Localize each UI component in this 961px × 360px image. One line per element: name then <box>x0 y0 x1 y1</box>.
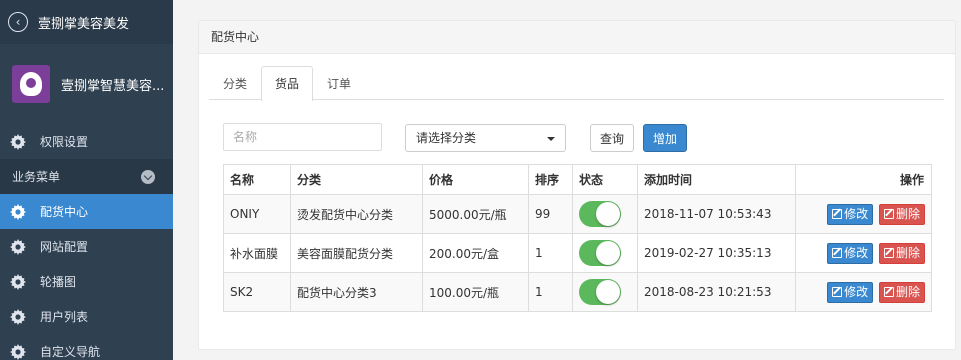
cell-actions: 修改 删除 <box>795 233 932 273</box>
add-button[interactable]: 增加 <box>643 124 687 152</box>
column-header: 操作 <box>795 164 932 195</box>
cell-name: SK2 <box>223 272 291 312</box>
tab-goods[interactable]: 货品 <box>261 66 314 101</box>
sidebar-item-distribution-center[interactable]: 配货中心 <box>0 194 173 229</box>
column-header: 价格 <box>422 164 529 195</box>
sidebar-item-carousel[interactable]: 轮播图 <box>0 264 173 299</box>
section-business-menu[interactable]: 业务菜单 <box>0 159 173 194</box>
table-row: 补水面膜 美容面膜配货分类 200.00元/盒 1 2019-02-27 10:… <box>223 233 932 273</box>
column-header: 分类 <box>290 164 423 195</box>
edit-label: 修改 <box>844 245 869 260</box>
sidebar-item-permissions[interactable]: 权限设置 <box>0 124 173 159</box>
status-toggle[interactable] <box>579 240 621 266</box>
delete-button[interactable]: 删除 <box>878 203 925 225</box>
category-select-value: 请选择分类 <box>416 131 477 145</box>
delete-icon <box>883 286 894 297</box>
cell-price: 200.00元/盒 <box>422 233 529 273</box>
gear-icon <box>10 238 26 255</box>
cell-name: 补水面膜 <box>223 233 291 273</box>
sidebar-header: ‹ 壹捌掌美容美发 <box>0 0 173 44</box>
cell-price: 100.00元/瓶 <box>422 272 529 312</box>
main-panel: 配货中心 分类 货品 订单 请选择分类 查询 增加 名称 分类 价格 排序 状态… <box>198 20 956 350</box>
cell-category: 配货中心分类3 <box>290 272 423 312</box>
cell-actions: 修改 删除 <box>795 194 932 234</box>
status-toggle[interactable] <box>579 201 621 227</box>
column-header: 添加时间 <box>637 164 796 195</box>
avatar <box>12 65 50 103</box>
back-icon[interactable]: ‹ <box>8 12 28 32</box>
app-title: 壹捌掌美容美发 <box>38 16 130 32</box>
gear-icon <box>10 133 26 150</box>
column-header: 排序 <box>528 164 573 195</box>
cell-category: 美容面膜配货分类 <box>290 233 423 273</box>
sidebar-item-label: 配货中心 <box>40 205 89 219</box>
cell-price: 5000.00元/瓶 <box>422 194 529 234</box>
sidebar-item-site-config[interactable]: 网站配置 <box>0 229 173 264</box>
sidebar: ‹ 壹捌掌美容美发 壹捌掌智慧美容... 权限设置 业务菜单 配货中心 网站配置… <box>0 0 173 360</box>
cell-category: 烫发配货中心分类 <box>290 194 423 234</box>
edit-button[interactable]: 修改 <box>827 203 874 225</box>
delete-label: 删除 <box>895 206 920 221</box>
delete-label: 删除 <box>895 284 920 299</box>
cell-name: ONIY <box>223 194 291 234</box>
sidebar-item-label: 权限设置 <box>40 135 89 149</box>
edit-label: 修改 <box>844 284 869 299</box>
edit-icon <box>832 208 843 219</box>
name-search-input[interactable] <box>223 123 382 151</box>
delete-icon <box>883 247 894 258</box>
gear-icon <box>10 203 26 220</box>
sidebar-item-user-list[interactable]: 用户列表 <box>0 299 173 334</box>
sidebar-item-label: 轮播图 <box>40 275 77 289</box>
sidebar-item-custom-nav[interactable]: 自定义导航 <box>0 334 173 360</box>
chevron-down-icon[interactable] <box>141 169 155 184</box>
profile-name: 壹捌掌智慧美容... <box>61 78 165 94</box>
caret-down-icon <box>547 137 555 141</box>
delete-button[interactable]: 删除 <box>878 242 925 264</box>
edit-button[interactable]: 修改 <box>827 281 874 303</box>
tab-orders[interactable]: 订单 <box>313 66 365 100</box>
cell-status <box>572 233 638 273</box>
profile[interactable]: 壹捌掌智慧美容... <box>0 44 173 124</box>
edit-icon <box>832 247 843 258</box>
category-select[interactable]: 请选择分类 <box>405 124 566 152</box>
cell-sort: 1 <box>528 233 573 273</box>
tab-category[interactable]: 分类 <box>209 66 261 100</box>
table-row: ONIY 烫发配货中心分类 5000.00元/瓶 99 2018-11-07 1… <box>223 194 932 234</box>
cell-time: 2018-08-23 10:21:53 <box>637 272 796 312</box>
cell-time: 2019-02-27 10:35:13 <box>637 233 796 273</box>
edit-icon <box>832 286 843 297</box>
table-row: SK2 配货中心分类3 100.00元/瓶 1 2018-08-23 10:21… <box>223 272 932 312</box>
cell-sort: 99 <box>528 194 573 234</box>
edit-button[interactable]: 修改 <box>827 242 874 264</box>
table-header-row: 名称 分类 价格 排序 状态 添加时间 操作 <box>223 164 932 195</box>
section-label: 业务菜单 <box>12 170 61 184</box>
cell-sort: 1 <box>528 272 573 312</box>
cell-time: 2018-11-07 10:53:43 <box>637 194 796 234</box>
cell-status <box>572 272 638 312</box>
panel-title: 配货中心 <box>199 21 955 54</box>
gear-icon <box>10 343 26 360</box>
delete-button[interactable]: 删除 <box>878 281 925 303</box>
cell-actions: 修改 删除 <box>795 272 932 312</box>
column-header: 名称 <box>223 164 291 195</box>
status-toggle[interactable] <box>579 279 621 305</box>
delete-label: 删除 <box>895 245 920 260</box>
sidebar-item-label: 网站配置 <box>40 240 89 254</box>
delete-icon <box>883 208 894 219</box>
goods-table: 名称 分类 价格 排序 状态 添加时间 操作 ONIY 烫发配货中心分类 500… <box>223 164 932 312</box>
cell-status <box>572 194 638 234</box>
sidebar-item-label: 用户列表 <box>40 310 89 324</box>
sidebar-item-label: 自定义导航 <box>40 345 101 359</box>
tab-bar: 分类 货品 订单 <box>209 66 944 101</box>
gear-icon <box>10 273 26 290</box>
edit-label: 修改 <box>844 206 869 221</box>
gear-icon <box>10 308 26 325</box>
query-button[interactable]: 查询 <box>590 124 634 152</box>
column-header: 状态 <box>572 164 638 195</box>
